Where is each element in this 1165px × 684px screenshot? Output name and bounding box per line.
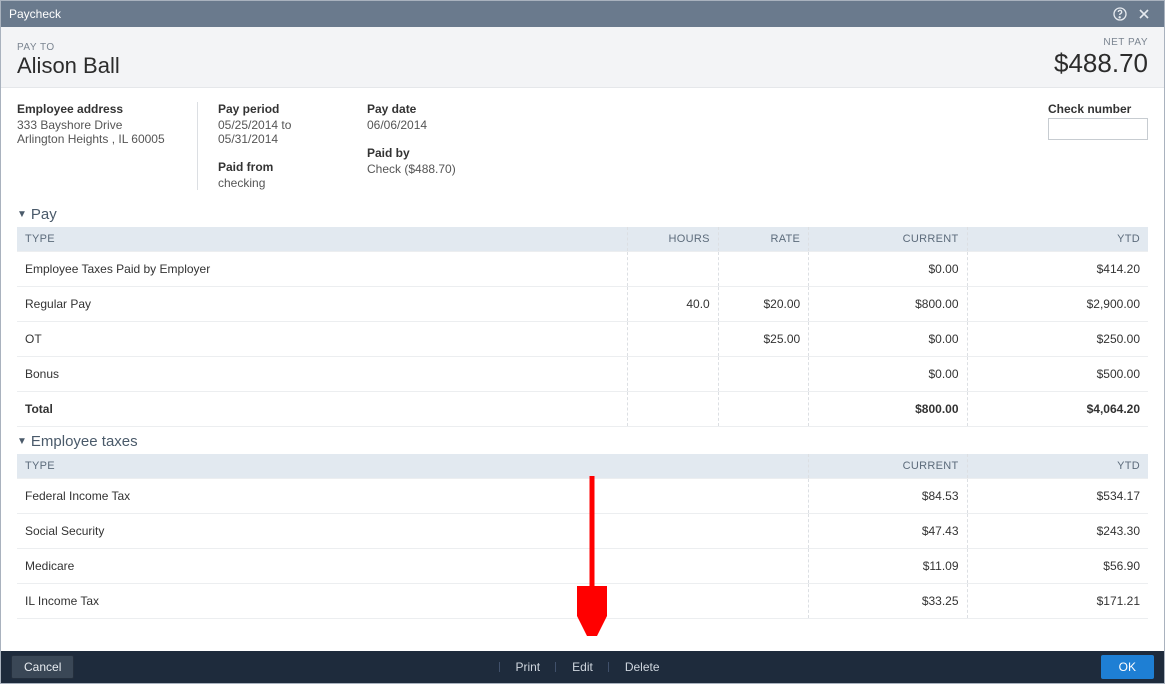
- col-hours: HOURS: [628, 227, 718, 252]
- employee-address-block: Employee address 333 Bayshore Drive Arli…: [17, 102, 197, 146]
- pay-date-label: Pay date: [367, 102, 497, 116]
- col-current: CURRENT: [809, 227, 967, 252]
- col-current: CURRENT: [809, 454, 967, 479]
- employee-taxes-table: TYPE CURRENT YTD Federal Income Tax $84.…: [17, 454, 1148, 619]
- check-number-label: Check number: [1048, 102, 1148, 116]
- table-row: Medicare $11.09 $56.90: [17, 549, 1148, 584]
- pay-period-value: 05/25/2014 to 05/31/2014: [218, 118, 337, 146]
- content-scroll[interactable]: PAY TO Alison Ball NET PAY $488.70 Emplo…: [1, 27, 1164, 651]
- employee-taxes-title: Employee taxes: [31, 433, 138, 450]
- employee-address-line2: Arlington Heights , IL 60005: [17, 132, 167, 146]
- check-number-block: Check number: [1048, 102, 1148, 140]
- pay-period-label: Pay period: [218, 102, 337, 116]
- netpay-amount: $488.70: [1054, 48, 1148, 79]
- cancel-button[interactable]: Cancel: [11, 655, 74, 679]
- paid-by-label: Paid by: [367, 146, 497, 160]
- ok-button[interactable]: OK: [1101, 655, 1154, 679]
- close-icon[interactable]: [1132, 2, 1156, 26]
- paycheck-window: Paycheck PAY TO Alison Ball NET PAY $488…: [0, 0, 1165, 684]
- col-type: TYPE: [17, 227, 628, 252]
- footer-bar: Cancel Print Edit Delete OK: [1, 651, 1164, 683]
- table-row: Federal Income Tax $84.53 $534.17: [17, 479, 1148, 514]
- check-number-input[interactable]: [1048, 118, 1148, 140]
- pay-period-block: Pay period 05/25/2014 to 05/31/2014 Paid…: [197, 102, 367, 190]
- footer-center-actions: Print Edit Delete: [74, 660, 1100, 674]
- table-row: Employee Taxes Paid by Employer $0.00 $4…: [17, 252, 1148, 287]
- payto-block: PAY TO Alison Ball: [17, 42, 120, 79]
- info-row: Employee address 333 Bayshore Drive Arli…: [1, 88, 1164, 200]
- paid-from-value: checking: [218, 176, 337, 190]
- titlebar: Paycheck: [1, 1, 1164, 27]
- table-row: Regular Pay 40.0 $20.00 $800.00 $2,900.0…: [17, 287, 1148, 322]
- netpay-label: NET PAY: [1054, 37, 1148, 48]
- caret-down-icon: ▼: [17, 209, 27, 220]
- pay-section: ▼ Pay TYPE HOURS RATE CURRENT YTD: [1, 200, 1164, 427]
- table-row: IL Income Tax $33.25 $171.21: [17, 584, 1148, 619]
- print-link[interactable]: Print: [499, 660, 556, 674]
- pay-section-title: Pay: [31, 206, 57, 223]
- employee-address-label: Employee address: [17, 102, 167, 116]
- col-ytd: YTD: [967, 454, 1148, 479]
- total-row: Total $800.00 $4,064.20: [17, 392, 1148, 427]
- header-band: PAY TO Alison Ball NET PAY $488.70: [1, 27, 1164, 88]
- employee-address-line1: 333 Bayshore Drive: [17, 118, 167, 132]
- window-title: Paycheck: [9, 7, 1108, 21]
- col-ytd: YTD: [967, 227, 1148, 252]
- paid-by-value: Check ($488.70): [367, 162, 497, 176]
- delete-link[interactable]: Delete: [609, 660, 676, 674]
- edit-link[interactable]: Edit: [556, 660, 609, 674]
- pay-section-header[interactable]: ▼ Pay: [17, 206, 1148, 223]
- pay-table: TYPE HOURS RATE CURRENT YTD Employee Tax…: [17, 227, 1148, 427]
- table-row: Social Security $47.43 $243.30: [17, 514, 1148, 549]
- caret-down-icon: ▼: [17, 436, 27, 447]
- payto-name: Alison Ball: [17, 53, 120, 79]
- col-type: TYPE: [17, 454, 809, 479]
- help-icon[interactable]: [1108, 2, 1132, 26]
- pay-date-value: 06/06/2014: [367, 118, 497, 132]
- netpay-block: NET PAY $488.70: [1054, 37, 1148, 79]
- employee-taxes-section: ▼ Employee taxes TYPE CURRENT YTD Federa…: [1, 427, 1164, 619]
- employee-taxes-header[interactable]: ▼ Employee taxes: [17, 433, 1148, 450]
- table-row: OT $25.00 $0.00 $250.00: [17, 322, 1148, 357]
- paid-from-label: Paid from: [218, 160, 337, 174]
- payto-label: PAY TO: [17, 42, 120, 53]
- pay-date-block: Pay date 06/06/2014 Paid by Check ($488.…: [367, 102, 527, 176]
- col-rate: RATE: [718, 227, 808, 252]
- table-row: Bonus $0.00 $500.00: [17, 357, 1148, 392]
